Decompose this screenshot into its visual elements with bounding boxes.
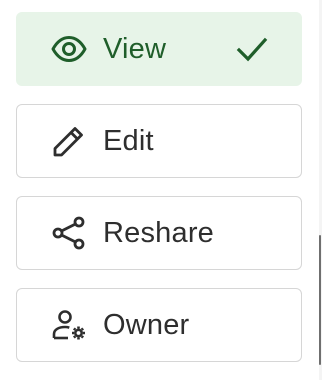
eye-icon [51,31,87,67]
permission-option-reshare[interactable]: Reshare [16,196,302,270]
checkmark-icon [235,32,269,66]
permission-option-view[interactable]: View [16,12,302,86]
scrollbar-thumb[interactable] [319,235,321,365]
permission-menu: View Edit Reshare Owner [0,0,322,380]
permission-option-label: View [103,33,167,65]
permission-option-label: Owner [103,309,190,341]
share-icon [51,215,87,251]
permission-option-edit[interactable]: Edit [16,104,302,178]
permission-option-label: Edit [103,125,154,157]
permission-option-label: Reshare [103,217,215,249]
pencil-icon [51,123,87,159]
person-gear-icon [51,307,87,343]
permission-option-owner[interactable]: Owner [16,288,302,362]
